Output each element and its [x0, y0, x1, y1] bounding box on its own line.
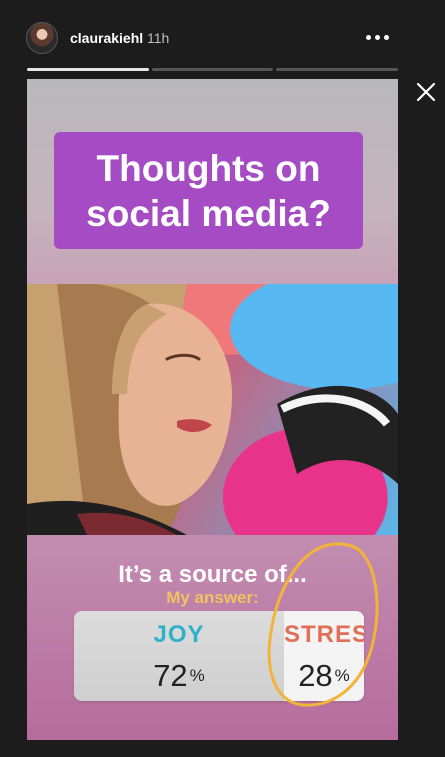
close-icon — [416, 82, 436, 102]
post-time: 11h — [147, 30, 170, 46]
option-label: STRESS — [284, 621, 364, 648]
poll-option-joy[interactable]: JOY 72% — [74, 611, 284, 701]
poll-title: It’s a source of... — [118, 561, 307, 588]
progress-segment — [151, 68, 274, 71]
story-photo — [27, 284, 398, 535]
more-horizontal-icon — [365, 34, 371, 40]
portrait-illustration — [27, 284, 398, 535]
question-line-2: social media? — [86, 192, 331, 234]
option-percent: 72% — [153, 658, 205, 693]
story-header: claurakiehl 11h — [0, 0, 445, 80]
username[interactable]: claurakiehl — [70, 30, 143, 46]
avatar[interactable] — [26, 22, 58, 54]
option-label: JOY — [153, 621, 205, 648]
question-sticker: Thoughts on social media? — [54, 132, 363, 249]
story-content[interactable]: Thoughts on social media? It’s a source … — [27, 79, 398, 740]
story-progress-bar — [27, 68, 399, 71]
poll-sticker: JOY 72% STRESS 28% — [74, 611, 364, 701]
close-button[interactable] — [414, 80, 438, 104]
my-answer-label: My answer: — [166, 588, 259, 607]
question-line-1: Thoughts on — [96, 147, 321, 189]
option-percent: 28% — [298, 658, 350, 693]
poll-option-stress[interactable]: STRESS 28% — [284, 611, 364, 701]
progress-segment — [27, 68, 149, 71]
more-options-button[interactable] — [360, 26, 394, 48]
progress-segment — [276, 68, 399, 71]
